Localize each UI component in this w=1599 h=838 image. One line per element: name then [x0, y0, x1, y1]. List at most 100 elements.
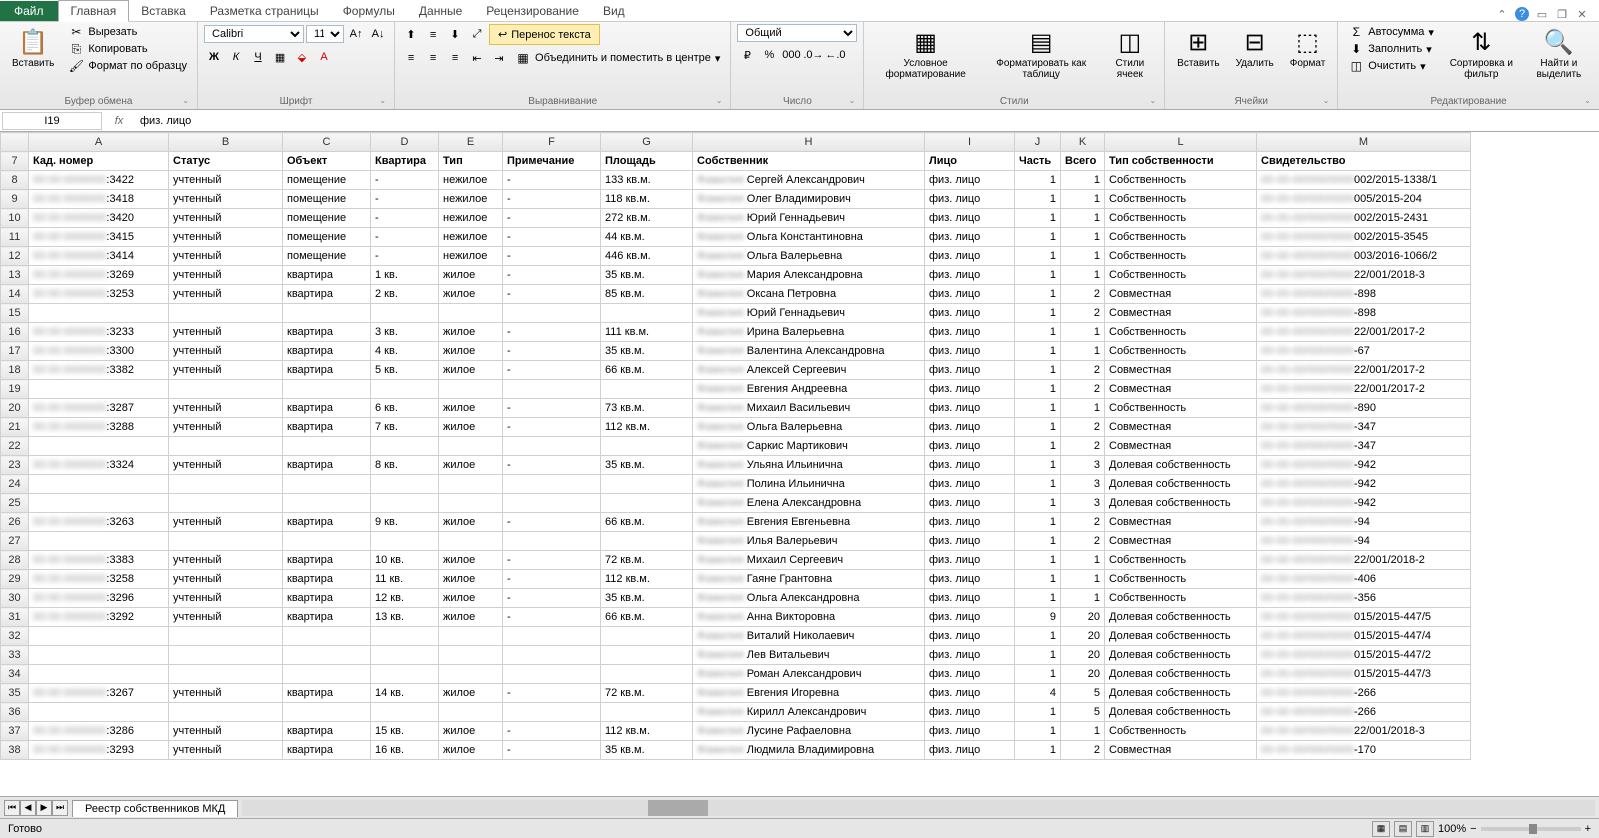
- cell[interactable]: 35 кв.м.: [601, 266, 693, 285]
- cell[interactable]: 112 кв.м.: [601, 722, 693, 741]
- cell[interactable]: Фамилия Гаяне Грантовна: [693, 570, 925, 589]
- decrease-indent-icon[interactable]: ⇤: [467, 48, 487, 68]
- cell[interactable]: 66 кв.м.: [601, 608, 693, 627]
- number-format-select[interactable]: Общий: [737, 24, 857, 42]
- cell[interactable]: [283, 665, 371, 684]
- cell[interactable]: Фамилия Ульяна Ильинична: [693, 456, 925, 475]
- cell[interactable]: Фамилия Анна Викторовна: [693, 608, 925, 627]
- cell[interactable]: квартира: [283, 608, 371, 627]
- cell[interactable]: жилое: [439, 589, 503, 608]
- close-icon[interactable]: ✕: [1575, 7, 1589, 21]
- column-title[interactable]: Всего: [1061, 152, 1105, 171]
- cell[interactable]: 72 кв.м.: [601, 684, 693, 703]
- cell[interactable]: 00-00-00/000/0000-347: [1257, 418, 1471, 437]
- cell[interactable]: 1: [1061, 551, 1105, 570]
- tab-вставка[interactable]: Вставка: [129, 1, 198, 21]
- col-header-A[interactable]: A: [29, 133, 169, 152]
- cell[interactable]: Совместная: [1105, 437, 1257, 456]
- cell[interactable]: Фамилия Оксана Петровна: [693, 285, 925, 304]
- cell[interactable]: 00-00-00/000/0000003/2016-1066/2: [1257, 247, 1471, 266]
- cell[interactable]: 1: [1015, 513, 1061, 532]
- cell[interactable]: 00:00:0000000:3233: [29, 323, 169, 342]
- cell[interactable]: 00:00:0000000:3263: [29, 513, 169, 532]
- cell[interactable]: жилое: [439, 418, 503, 437]
- row-header[interactable]: 12: [1, 247, 29, 266]
- cell[interactable]: 9 кв.: [371, 513, 439, 532]
- cell[interactable]: учтенный: [169, 323, 283, 342]
- cell[interactable]: Совместная: [1105, 361, 1257, 380]
- format-table-button[interactable]: ▤Форматировать как таблицу: [985, 24, 1098, 94]
- cell[interactable]: жилое: [439, 551, 503, 570]
- cell[interactable]: 1: [1015, 285, 1061, 304]
- row-header[interactable]: 10: [1, 209, 29, 228]
- row-header[interactable]: 25: [1, 494, 29, 513]
- row-header[interactable]: 20: [1, 399, 29, 418]
- cell[interactable]: физ. лицо: [925, 589, 1015, 608]
- cell[interactable]: учтенный: [169, 456, 283, 475]
- cell[interactable]: квартира: [283, 418, 371, 437]
- cell[interactable]: [169, 665, 283, 684]
- orientation-icon[interactable]: ⤢: [467, 25, 487, 45]
- cell[interactable]: 35 кв.м.: [601, 342, 693, 361]
- cell[interactable]: 1: [1015, 209, 1061, 228]
- file-tab[interactable]: Файл: [0, 1, 58, 21]
- col-header-B[interactable]: B: [169, 133, 283, 152]
- cell[interactable]: 00-00-00/000/0000005/2015-204: [1257, 190, 1471, 209]
- cell[interactable]: физ. лицо: [925, 171, 1015, 190]
- cell[interactable]: Долевая собственность: [1105, 703, 1257, 722]
- cell[interactable]: 1: [1061, 342, 1105, 361]
- cell[interactable]: Фамилия Кирилл Александрович: [693, 703, 925, 722]
- cell[interactable]: Совместная: [1105, 304, 1257, 323]
- cell[interactable]: 00-00-00/000/0000015/2015-447/2: [1257, 646, 1471, 665]
- row-header[interactable]: 21: [1, 418, 29, 437]
- cell[interactable]: жилое: [439, 361, 503, 380]
- row-header[interactable]: 19: [1, 380, 29, 399]
- cell[interactable]: физ. лицо: [925, 608, 1015, 627]
- cell[interactable]: 00:00:0000000:3293: [29, 741, 169, 760]
- cell[interactable]: квартира: [283, 399, 371, 418]
- cell[interactable]: 4: [1015, 684, 1061, 703]
- cell[interactable]: 1: [1061, 190, 1105, 209]
- row-header[interactable]: 11: [1, 228, 29, 247]
- cell[interactable]: [169, 532, 283, 551]
- cell[interactable]: -: [503, 570, 601, 589]
- cell[interactable]: учтенный: [169, 589, 283, 608]
- cell[interactable]: 00-00-00/000/000022/001/2017-2: [1257, 380, 1471, 399]
- cell[interactable]: [371, 532, 439, 551]
- cell[interactable]: -: [371, 209, 439, 228]
- sheet-nav-first-icon[interactable]: ⏮: [4, 800, 20, 816]
- merge-center-button[interactable]: ▦Объединить и поместить в центре ▾: [511, 50, 724, 66]
- cell[interactable]: физ. лицо: [925, 399, 1015, 418]
- cell[interactable]: 7 кв.: [371, 418, 439, 437]
- cell[interactable]: учтенный: [169, 418, 283, 437]
- col-header-J[interactable]: J: [1015, 133, 1061, 152]
- cell[interactable]: Долевая собственность: [1105, 608, 1257, 627]
- cell[interactable]: Совместная: [1105, 285, 1257, 304]
- cell[interactable]: физ. лицо: [925, 285, 1015, 304]
- cell[interactable]: 1: [1061, 247, 1105, 266]
- cell[interactable]: 1: [1015, 418, 1061, 437]
- cell[interactable]: Фамилия Михаил Сергеевич: [693, 551, 925, 570]
- align-middle-icon[interactable]: ≡: [423, 25, 443, 45]
- cell[interactable]: [601, 627, 693, 646]
- cell[interactable]: 12 кв.: [371, 589, 439, 608]
- cell[interactable]: физ. лицо: [925, 323, 1015, 342]
- cell[interactable]: учтенный: [169, 342, 283, 361]
- cell[interactable]: 112 кв.м.: [601, 418, 693, 437]
- cell[interactable]: Фамилия Юрий Геннадьевич: [693, 304, 925, 323]
- cell[interactable]: [439, 304, 503, 323]
- cell[interactable]: 44 кв.м.: [601, 228, 693, 247]
- cell[interactable]: 133 кв.м.: [601, 171, 693, 190]
- cell[interactable]: Собственность: [1105, 266, 1257, 285]
- cell[interactable]: 1: [1061, 323, 1105, 342]
- cell[interactable]: жилое: [439, 285, 503, 304]
- cell[interactable]: 00:00:0000000:3258: [29, 570, 169, 589]
- cell[interactable]: [283, 475, 371, 494]
- cell[interactable]: [29, 665, 169, 684]
- row-header[interactable]: 35: [1, 684, 29, 703]
- cell[interactable]: 8 кв.: [371, 456, 439, 475]
- cell[interactable]: Фамилия Юрий Геннадьевич: [693, 209, 925, 228]
- cell[interactable]: 1: [1015, 551, 1061, 570]
- cell[interactable]: [503, 494, 601, 513]
- cell[interactable]: [169, 475, 283, 494]
